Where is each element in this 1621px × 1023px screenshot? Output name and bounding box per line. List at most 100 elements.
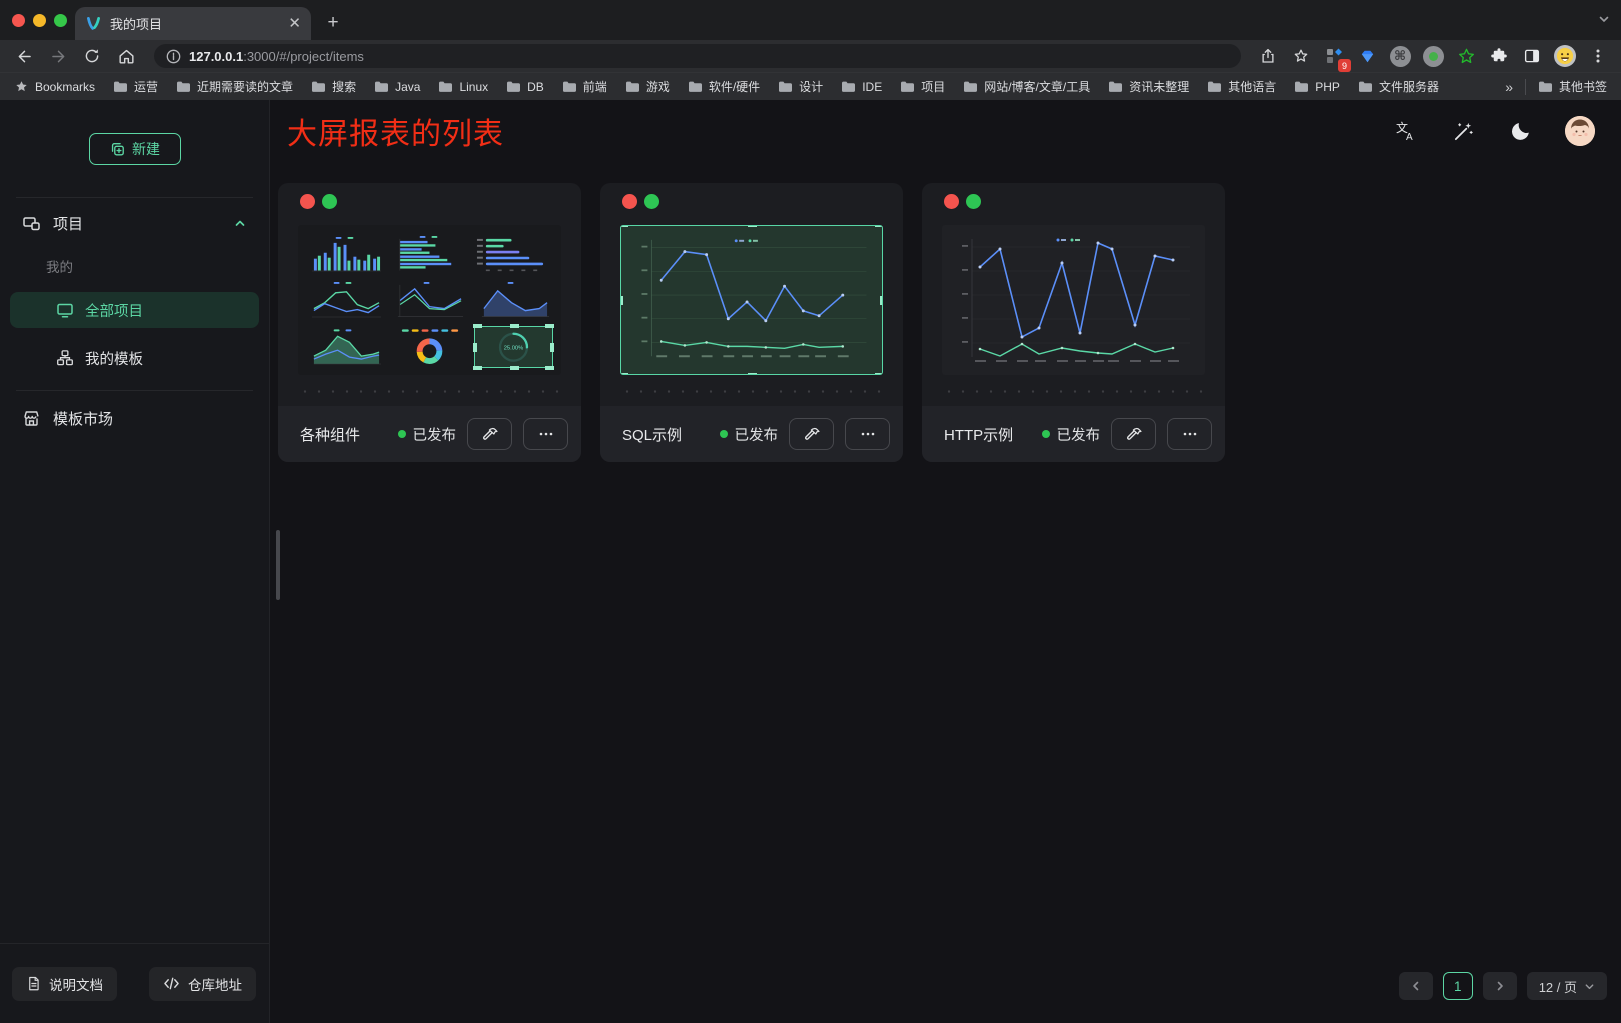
mini-line-chart: [390, 279, 469, 320]
project-thumbnail[interactable]: [620, 225, 883, 375]
status-label: 已发布: [735, 424, 779, 445]
back-button[interactable]: [10, 43, 38, 69]
bookmark-folder[interactable]: 设计: [778, 78, 823, 95]
share-button[interactable]: [1255, 43, 1281, 69]
bookmarks-overflow-button[interactable]: »: [1505, 79, 1513, 95]
project-thumbnail[interactable]: [942, 225, 1205, 375]
zoom-window-button[interactable]: [54, 14, 67, 27]
extension-recorder-icon[interactable]: [1420, 43, 1446, 69]
minimize-window-button[interactable]: [33, 14, 46, 27]
mini-gauge-chart-selected: 25.00%: [474, 326, 553, 368]
prev-page-button[interactable]: [1399, 972, 1433, 1000]
sidebar-section-project[interactable]: 项目: [10, 206, 259, 240]
docs-button[interactable]: 说明文档: [12, 967, 117, 1001]
project-card[interactable]: 25.00%: [278, 183, 581, 462]
bookmark-folder[interactable]: IDE: [841, 80, 882, 94]
other-bookmarks-folder[interactable]: 其他书签: [1538, 78, 1607, 95]
bookmark-folder[interactable]: 运营: [113, 78, 158, 95]
bookmark-folder[interactable]: 前端: [562, 78, 607, 95]
edit-button[interactable]: [1111, 418, 1156, 450]
bookmark-folder[interactable]: 近期需要读的文章: [176, 78, 293, 95]
edit-button[interactable]: [467, 418, 512, 450]
reload-icon: [83, 47, 101, 65]
extension-green-star-icon[interactable]: [1453, 43, 1479, 69]
new-project-button[interactable]: 新建: [89, 133, 181, 165]
macos-traffic-lights[interactable]: [12, 14, 67, 27]
monitor-icon: [56, 301, 74, 319]
close-window-button[interactable]: [12, 14, 25, 27]
bookmark-folder[interactable]: 其他语言: [1207, 78, 1276, 95]
user-avatar[interactable]: [1565, 116, 1595, 146]
bookmark-folder[interactable]: Linux: [438, 80, 488, 94]
dark-mode-button[interactable]: [1507, 117, 1535, 145]
project-card[interactable]: HTTP示例 已发布: [922, 183, 1225, 462]
bookmark-folder[interactable]: PHP: [1294, 80, 1340, 94]
forward-button[interactable]: [44, 43, 72, 69]
bookmark-folder[interactable]: 游戏: [625, 78, 670, 95]
browser-toolbar: 127.0.0.1:3000/#/project/items: [0, 40, 1621, 72]
chevron-up-icon[interactable]: [233, 216, 247, 230]
next-page-button[interactable]: [1483, 972, 1517, 1000]
more-button[interactable]: [845, 418, 890, 450]
profile-avatar-button[interactable]: [1552, 43, 1578, 69]
project-thumbnail[interactable]: 25.00%: [298, 225, 561, 375]
site-info-icon[interactable]: [166, 49, 181, 64]
more-button[interactable]: [523, 418, 568, 450]
tab-search-button[interactable]: [1597, 12, 1611, 31]
folder-icon: [1108, 80, 1123, 93]
sidebar-item-my-templates[interactable]: 我的模板: [10, 340, 259, 376]
sidebar: 新建 项目 我的: [0, 100, 270, 1023]
bookmarks-root[interactable]: Bookmarks: [14, 79, 95, 94]
bookmark-folder[interactable]: 资讯未整理: [1108, 78, 1189, 95]
sidebar-item-all-projects[interactable]: 全部项目: [10, 292, 259, 328]
status-dot: [720, 430, 728, 438]
extensions-puzzle-button[interactable]: [1486, 43, 1512, 69]
current-page-button[interactable]: 1: [1443, 972, 1473, 1000]
theme-color-button[interactable]: [1449, 117, 1477, 145]
sidebar-footer: 说明文档 仓库地址: [0, 943, 269, 1023]
tab-title: 我的项目: [110, 14, 280, 33]
folder-icon: [900, 80, 915, 93]
bookmark-folder[interactable]: 搜索: [311, 78, 356, 95]
gem-icon: [1358, 47, 1377, 66]
selection-handle: [473, 366, 482, 370]
bookmark-folder[interactable]: Java: [374, 80, 420, 94]
template-flow-icon: [56, 349, 74, 367]
folder-icon: [841, 80, 856, 93]
reload-button[interactable]: [78, 43, 106, 69]
forward-arrow-icon: [49, 47, 68, 66]
browser-tab[interactable]: 我的项目 ✕: [75, 7, 311, 40]
new-tab-button[interactable]: +: [320, 10, 346, 36]
tab-close-icon[interactable]: ✕: [288, 16, 301, 31]
goview-favicon: [85, 15, 102, 32]
gauge-value: 25.00%: [504, 346, 524, 352]
bookmark-folder[interactable]: 软件/硬件: [688, 78, 760, 95]
scrollbar-thumb[interactable]: [276, 530, 280, 600]
project-card[interactable]: SQL示例 已发布: [600, 183, 903, 462]
extension-tabs-icon[interactable]: 9: [1321, 43, 1347, 69]
mini-bar-chart: [306, 233, 385, 274]
extension-gem-icon[interactable]: [1354, 43, 1380, 69]
language-button[interactable]: 文 A: [1391, 117, 1419, 145]
star-icon: [1292, 47, 1310, 65]
page-size-select[interactable]: 12 / 页: [1527, 972, 1607, 1000]
sidebar-item-template-market[interactable]: 模板市场: [10, 401, 259, 435]
home-button[interactable]: [112, 43, 140, 69]
repo-button[interactable]: 仓库地址: [149, 967, 256, 1001]
bookmark-folder[interactable]: DB: [506, 80, 544, 94]
moon-icon: [1510, 120, 1532, 142]
edit-button[interactable]: [789, 418, 834, 450]
address-bar[interactable]: 127.0.0.1:3000/#/project/items: [154, 44, 1241, 68]
mini-area-chart: [474, 279, 553, 320]
side-panel-button[interactable]: [1519, 43, 1545, 69]
more-button[interactable]: [1167, 418, 1212, 450]
selection-handle: [620, 373, 628, 375]
bookmark-folder[interactable]: 文件服务器: [1358, 78, 1439, 95]
bookmark-folder[interactable]: 项目: [900, 78, 945, 95]
extension-command-icon[interactable]: ⌘: [1387, 43, 1413, 69]
hammer-icon: [1125, 425, 1143, 443]
browser-menu-button[interactable]: [1585, 43, 1611, 69]
bookmark-star-button[interactable]: [1288, 43, 1314, 69]
bookmark-folder[interactable]: 网站/博客/文章/工具: [963, 78, 1090, 95]
folder-icon: [963, 80, 978, 93]
